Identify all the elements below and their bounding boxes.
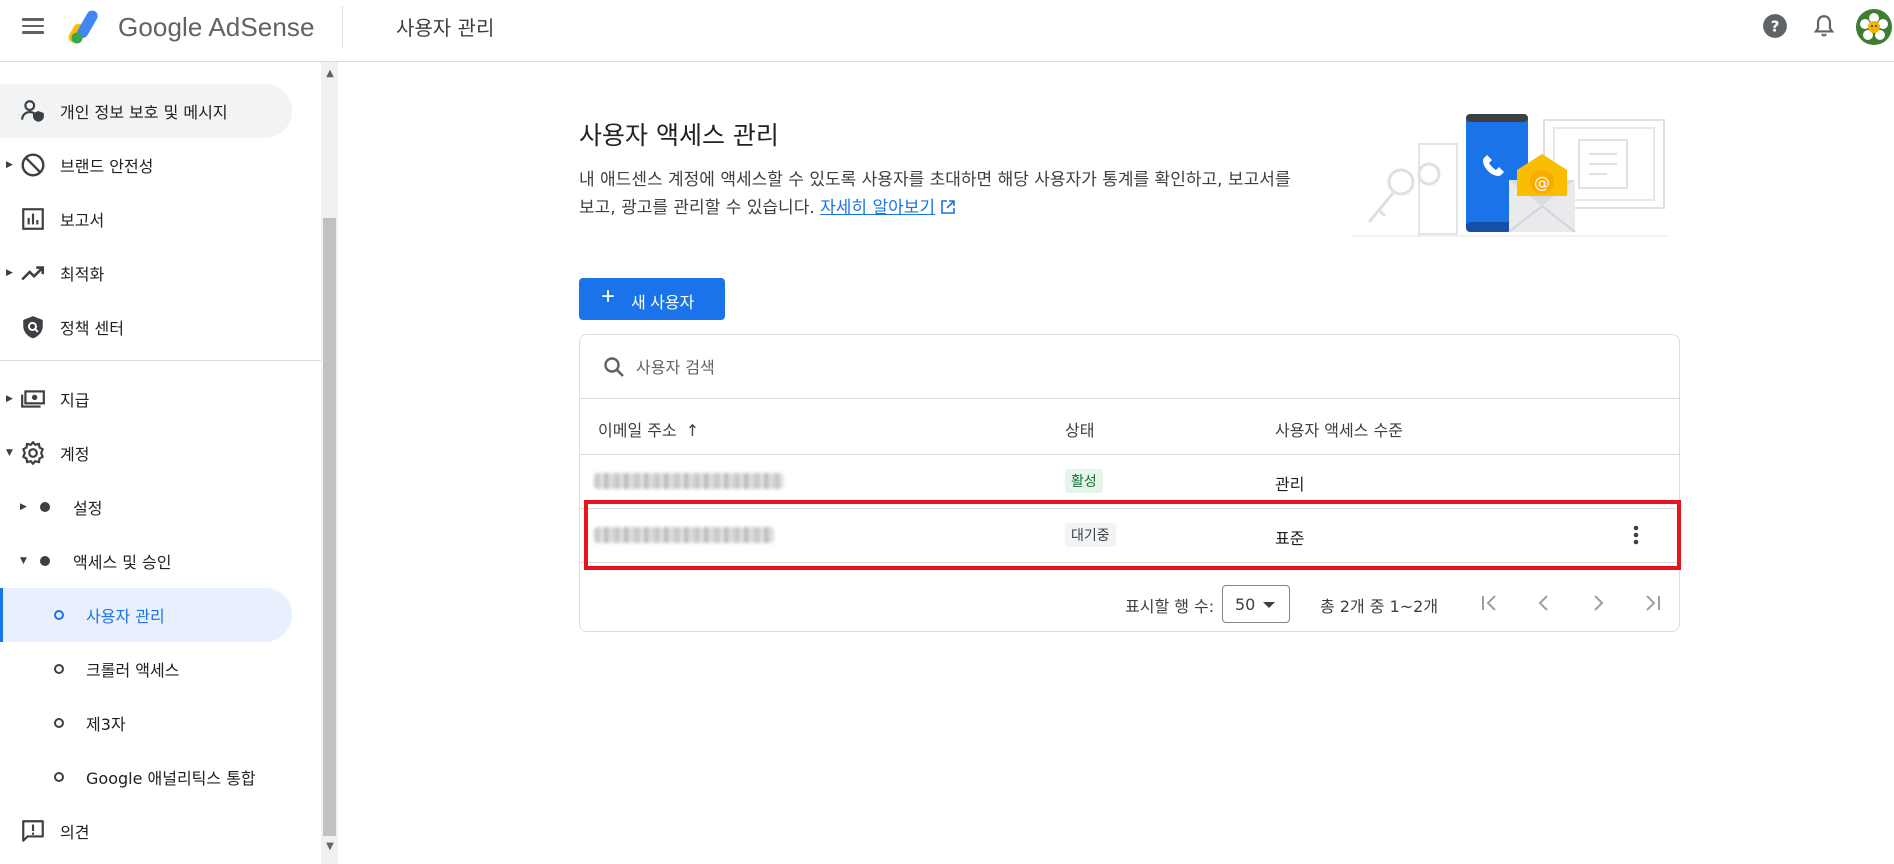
- highlight-box: [584, 500, 1681, 570]
- settings-gear-icon: [22, 441, 44, 465]
- first-page-icon[interactable]: [1478, 591, 1502, 615]
- bullet-ring-icon: [54, 718, 64, 728]
- caret-right-icon[interactable]: ▶: [20, 502, 30, 512]
- section-description: 내 애드센스 계정에 액세스할 수 있도록 사용자를 초대하면 해당 사용자가 …: [579, 166, 1299, 222]
- section-heading: 사용자 액세스 관리: [579, 121, 779, 150]
- sidebar-item-label: 제3자: [86, 715, 126, 734]
- policy-shield-icon: [23, 316, 43, 339]
- menu-icon[interactable]: [22, 14, 46, 38]
- plus-icon: +: [601, 283, 616, 310]
- caret-down-icon[interactable]: ▼: [6, 448, 16, 458]
- sidebar-item-settings[interactable]: ▶ 설정: [0, 480, 292, 534]
- sidebar-item-crawler-access[interactable]: 크롤러 액세스: [0, 642, 292, 696]
- user-access-illustration: @: [1351, 114, 1669, 237]
- email-redacted: [594, 473, 784, 489]
- svg-text:@: @: [1534, 173, 1550, 192]
- users-table-card: 이메일 주소 ↑ 상태 사용자 액세스 수준 활성 관리 대기중 표준 표시할 …: [579, 334, 1680, 632]
- table-header: 이메일 주소 ↑ 상태 사용자 액세스 수준: [580, 399, 1679, 455]
- svg-text:?: ?: [1771, 17, 1780, 35]
- column-header-email-label: 이메일 주소: [598, 421, 677, 440]
- bullet-icon: [40, 556, 50, 566]
- sidebar-item-label: 의견: [60, 823, 90, 842]
- previous-page-icon[interactable]: [1532, 591, 1556, 615]
- block-icon: [21, 153, 45, 177]
- new-user-button-label: 새 사용자: [631, 295, 695, 312]
- last-page-icon[interactable]: [1640, 591, 1664, 615]
- column-header-access-level: 사용자 액세스 수준: [1275, 421, 1403, 440]
- page-title: 사용자 관리: [396, 16, 495, 40]
- sidebar-item-label: 설정: [73, 499, 103, 518]
- caret-right-icon[interactable]: ▶: [6, 160, 16, 170]
- caret-down-icon[interactable]: ▼: [20, 556, 30, 566]
- feedback-icon: [22, 820, 44, 842]
- pagination: 표시할 행 수: 50 총 2개 중 1~2개: [580, 575, 1679, 631]
- sidebar-item-reports[interactable]: 보고서: [0, 192, 292, 246]
- scroll-up-arrow-icon[interactable]: ▲: [322, 67, 338, 81]
- open-in-new-icon[interactable]: [941, 200, 955, 214]
- sidebar-item-feedback[interactable]: 의견: [0, 804, 292, 858]
- page-range: 총 2개 중 1~2개: [1320, 597, 1439, 616]
- brand-name: Google AdSense: [118, 12, 315, 42]
- payments-icon: [21, 390, 45, 408]
- avatar[interactable]: [1856, 9, 1892, 45]
- privacy-person-icon: [21, 100, 44, 122]
- sidebar-item-label: 개인 정보 보호 및 메시지: [60, 103, 228, 122]
- sidebar: 개인 정보 보호 및 메시지 ▶ 브랜드 안전성 보고서 ▶ 최적화 정책 센터: [0, 62, 322, 864]
- sidebar-item-policy-center[interactable]: 정책 센터: [0, 300, 292, 354]
- sidebar-item-privacy[interactable]: 개인 정보 보호 및 메시지: [0, 84, 292, 138]
- trending-up-icon: [21, 266, 45, 281]
- search-icon: [604, 357, 624, 377]
- sort-ascending-icon[interactable]: ↑: [686, 421, 699, 440]
- bullet-ring-icon: [54, 664, 64, 674]
- sidebar-item-access-authorization[interactable]: ▼ 액세스 및 승인: [0, 534, 292, 588]
- column-header-status: 상태: [1065, 421, 1095, 440]
- sidebar-item-account[interactable]: ▼ 계정: [0, 426, 292, 480]
- dropdown-arrow-icon: [1263, 602, 1275, 608]
- sidebar-item-third-party[interactable]: 제3자: [0, 696, 292, 750]
- sidebar-item-label: 정책 센터: [60, 319, 124, 338]
- report-chart-icon: [22, 208, 44, 230]
- sidebar-item-label: 지급: [60, 391, 90, 410]
- learn-more-link[interactable]: 자세히 알아보기: [820, 198, 935, 218]
- search-bar: [580, 335, 1679, 399]
- new-user-button[interactable]: + 새 사용자: [579, 278, 725, 320]
- scrollbar-thumb[interactable]: [323, 218, 336, 836]
- next-page-icon[interactable]: [1586, 591, 1610, 615]
- sidebar-item-payments[interactable]: ▶ 지급: [0, 372, 292, 426]
- sidebar-item-analytics-integration[interactable]: Google 애널리틱스 통합: [0, 750, 292, 804]
- bullet-ring-icon: [54, 610, 64, 620]
- divider: [0, 360, 321, 361]
- bullet-ring-icon: [54, 772, 64, 782]
- caret-right-icon[interactable]: ▶: [6, 268, 16, 278]
- learn-more-label: 자세히 알아보기: [820, 198, 936, 218]
- bullet-icon: [40, 502, 50, 512]
- status-badge: 활성: [1065, 469, 1103, 493]
- sidebar-item-label: 사용자 관리: [86, 607, 165, 626]
- adsense-logo[interactable]: [68, 8, 108, 44]
- sidebar-item-label: 크롤러 액세스: [86, 661, 180, 680]
- notifications-icon[interactable]: [1811, 13, 1837, 39]
- main-content: 사용자 액세스 관리 내 애드센스 계정에 액세스할 수 있도록 사용자를 초대…: [339, 62, 1894, 864]
- sidebar-item-label: 액세스 및 승인: [73, 553, 172, 572]
- rows-per-page-label: 표시할 행 수:: [1125, 597, 1215, 616]
- sidebar-item-label: Google 애널리틱스 통합: [86, 769, 256, 788]
- sidebar-item-label: 계정: [60, 445, 90, 464]
- divider: [342, 6, 343, 48]
- sidebar-item-label: 최적화: [60, 265, 105, 284]
- scroll-down-arrow-icon[interactable]: ▼: [322, 840, 338, 854]
- sidebar-item-optimization[interactable]: ▶ 최적화: [0, 246, 292, 300]
- sidebar-item-brand-safety[interactable]: ▶ 브랜드 안전성: [0, 138, 292, 192]
- rows-per-page-value: 50: [1235, 595, 1256, 614]
- help-icon[interactable]: ?: [1762, 13, 1788, 39]
- rows-per-page-select[interactable]: 50: [1222, 585, 1290, 623]
- access-level-value: 관리: [1275, 475, 1305, 494]
- sidebar-item-label: 보고서: [60, 211, 105, 230]
- column-header-email[interactable]: 이메일 주소 ↑: [598, 417, 699, 441]
- top-app-bar: Google AdSense 사용자 관리 ?: [0, 0, 1894, 62]
- caret-right-icon[interactable]: ▶: [6, 394, 16, 404]
- sidebar-item-user-management[interactable]: 사용자 관리: [0, 588, 292, 642]
- sidebar-item-label: 브랜드 안전성: [60, 157, 154, 176]
- search-input[interactable]: [636, 353, 1036, 381]
